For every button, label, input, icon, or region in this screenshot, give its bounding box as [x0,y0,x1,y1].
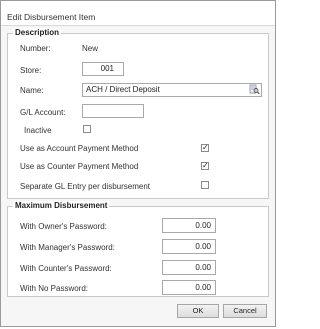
account-payment-label: Use as Account Payment Method [20,144,139,153]
edit-disbursement-dialog: Edit Disbursement Item Description Numbe… [0,0,276,327]
inactive-label: Inactive [24,126,52,135]
window-title: Edit Disbursement Item [7,12,96,22]
store-label: Store: [20,66,42,75]
description-group: Description Number: New Store: 001 Name:… [7,28,269,199]
max-disbursement-group: Maximum Disbursement With Owner's Passwo… [7,201,269,297]
name-field[interactable]: ACH / Direct Deposit [82,83,262,97]
name-label: Name: [20,86,44,95]
number-label: Number: [20,44,51,53]
separate-gl-checkbox[interactable] [201,181,209,189]
account-payment-checkbox[interactable] [201,144,209,152]
inactive-checkbox[interactable] [83,125,91,133]
manager-password-label: With Manager's Password: [20,243,115,252]
lookup-icon[interactable] [249,84,260,95]
counter-payment-checkbox[interactable] [201,162,209,170]
gl-account-field[interactable] [82,104,144,118]
separate-gl-label: Separate GL Entry per disbursement [20,182,150,191]
store-field[interactable]: 001 [82,62,124,76]
max-disbursement-legend: Maximum Disbursement [13,201,110,210]
owner-password-amount[interactable]: 0.00 [162,218,216,233]
no-password-label: With No Password: [20,284,89,293]
description-legend: Description [13,28,62,37]
cancel-button[interactable]: Cancel [223,304,267,318]
manager-password-amount[interactable]: 0.00 [162,239,216,254]
gl-account-label: G/L Account: [20,108,66,117]
counter-password-amount[interactable]: 0.00 [162,260,216,275]
ok-button[interactable]: OK [177,304,219,318]
no-password-amount[interactable]: 0.00 [162,280,216,295]
counter-payment-label: Use as Counter Payment Method [20,162,139,171]
counter-password-label: With Counter's Password: [20,264,112,273]
title-bar: Edit Disbursement Item [1,1,275,26]
number-value: New [82,44,99,53]
owner-password-label: With Owner's Password: [20,222,107,231]
